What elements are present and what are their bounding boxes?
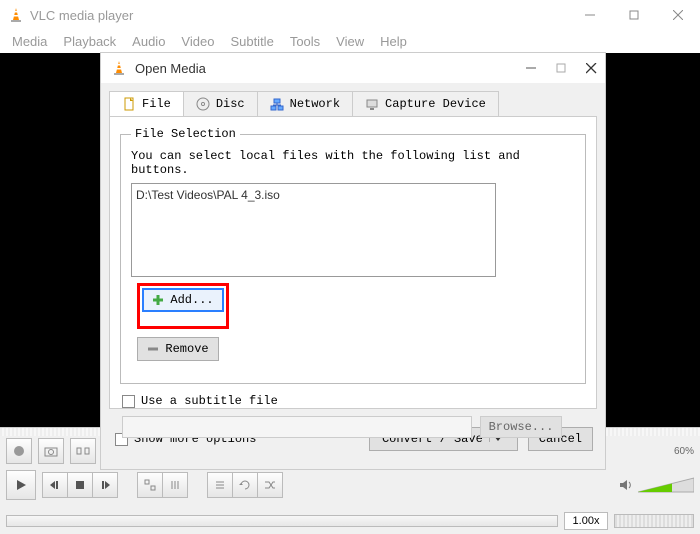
minimize-button[interactable]: [568, 0, 612, 30]
menu-subtitle[interactable]: Subtitle: [230, 34, 273, 49]
add-button-highlight: Add...: [137, 283, 229, 329]
add-button[interactable]: Add...: [142, 288, 224, 312]
menu-media[interactable]: Media: [12, 34, 47, 49]
menu-playback[interactable]: Playback: [63, 34, 116, 49]
maximize-button[interactable]: [612, 0, 656, 30]
stop-button[interactable]: [67, 472, 93, 498]
subtitle-checkbox-label: Use a subtitle file: [141, 394, 278, 408]
menu-help[interactable]: Help: [380, 34, 407, 49]
dialog-close-button[interactable]: [586, 63, 597, 74]
volume-slider[interactable]: [638, 476, 694, 494]
network-icon: [270, 97, 284, 111]
tab-disc[interactable]: Disc: [183, 91, 258, 116]
volume-control[interactable]: [618, 476, 694, 494]
seek-bar[interactable]: [6, 515, 558, 527]
loop-button[interactable]: [232, 472, 258, 498]
tab-file[interactable]: File: [109, 91, 184, 116]
time-strip: [614, 514, 694, 528]
file-list[interactable]: D:\Test Videos\PAL 4_3.iso: [131, 183, 496, 277]
tabs: File Disc Network Capture Device: [109, 91, 597, 116]
subtitle-checkbox[interactable]: [122, 395, 135, 408]
record-button[interactable]: [6, 438, 32, 464]
prev-button[interactable]: [42, 472, 68, 498]
tab-panel: File Selection You can select local file…: [109, 116, 597, 409]
minus-icon: [147, 343, 159, 355]
ext-settings-button[interactable]: [162, 472, 188, 498]
speaker-icon: [618, 477, 634, 493]
file-selection-legend: File Selection: [131, 127, 240, 141]
ab-loop-button[interactable]: [70, 438, 96, 464]
subtitle-path-input: [122, 416, 472, 438]
volume-percent: 60%: [674, 446, 694, 457]
menu-view[interactable]: View: [336, 34, 364, 49]
browse-button: Browse...: [480, 416, 562, 438]
plus-icon: [152, 294, 164, 306]
remove-button[interactable]: Remove: [137, 337, 219, 361]
capture-icon: [365, 97, 379, 111]
snapshot-button[interactable]: [38, 438, 64, 464]
play-button[interactable]: [6, 470, 36, 500]
menu-video[interactable]: Video: [181, 34, 214, 49]
shuffle-button[interactable]: [257, 472, 283, 498]
file-icon: [122, 97, 136, 111]
disc-icon: [196, 97, 210, 111]
file-selection-instruction: You can select local files with the foll…: [131, 149, 575, 177]
tab-network[interactable]: Network: [257, 91, 353, 116]
playlist-button[interactable]: [207, 472, 233, 498]
menubar: Media Playback Audio Video Subtitle Tool…: [0, 30, 700, 53]
tab-capture[interactable]: Capture Device: [352, 91, 499, 116]
menu-tools[interactable]: Tools: [290, 34, 320, 49]
dialog-title: Open Media: [135, 61, 206, 76]
file-selection-fieldset: File Selection You can select local file…: [120, 127, 586, 384]
vlc-cone-icon: [111, 60, 127, 76]
main-titlebar: VLC media player: [0, 0, 700, 30]
menu-audio[interactable]: Audio: [132, 34, 165, 49]
dialog-maximize-button[interactable]: [556, 63, 566, 74]
next-button[interactable]: [92, 472, 118, 498]
main-title: VLC media player: [30, 8, 133, 23]
dialog-minimize-button[interactable]: [526, 63, 536, 74]
vlc-cone-icon: [8, 7, 24, 23]
fullscreen-button[interactable]: [137, 472, 163, 498]
close-button[interactable]: [656, 0, 700, 30]
dialog-titlebar: Open Media: [101, 53, 605, 83]
open-media-dialog: Open Media File Disc Network Capture Dev…: [100, 52, 606, 470]
playback-speed[interactable]: 1.00x: [564, 512, 608, 530]
file-list-item[interactable]: D:\Test Videos\PAL 4_3.iso: [136, 188, 491, 202]
